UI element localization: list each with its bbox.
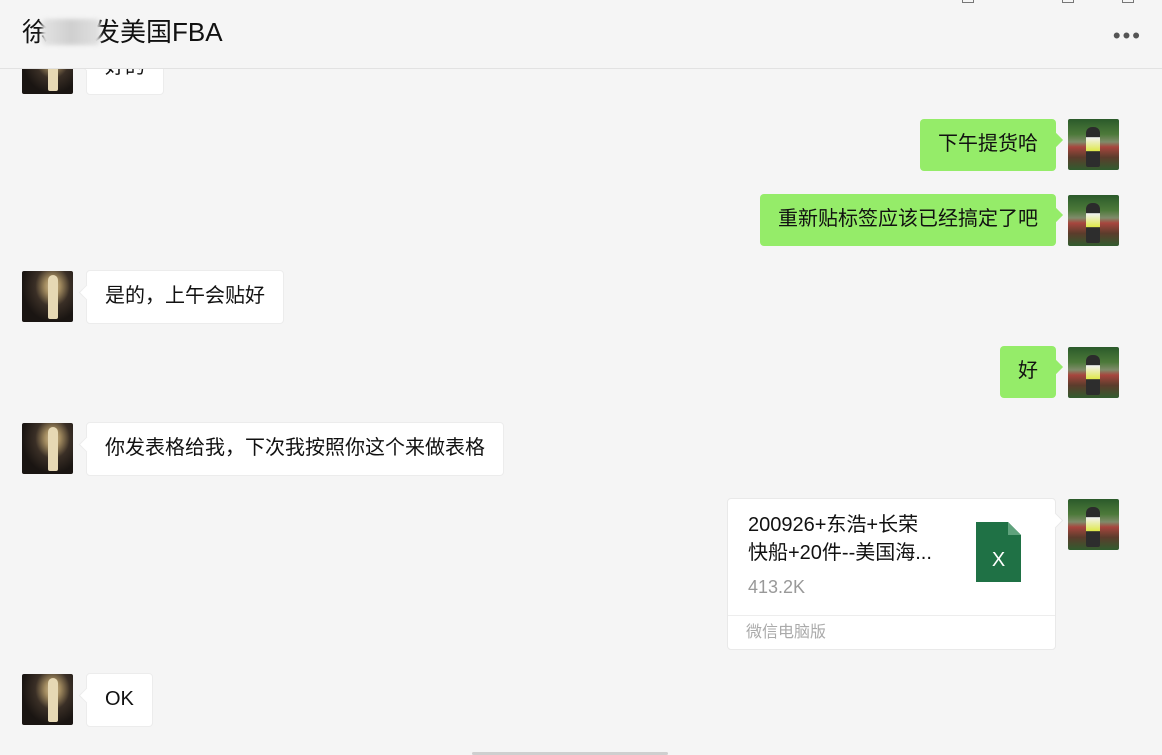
- file-source-label: 微信电脑版: [728, 615, 1055, 649]
- minimize-control[interactable]: [962, 0, 974, 3]
- message-bubble-outgoing[interactable]: 下午提货哈: [920, 119, 1056, 171]
- excel-file-icon: X: [976, 522, 1021, 582]
- file-name: 200926+东浩+长荣 快船+20件--美国海...: [748, 511, 958, 567]
- self-avatar[interactable]: [1068, 347, 1119, 398]
- message-text: 下午提货哈: [938, 133, 1038, 155]
- close-control[interactable]: [1122, 0, 1134, 3]
- file-name-line-1: 200926+东浩+长荣: [748, 514, 919, 536]
- excel-icon-letter: X: [992, 549, 1005, 571]
- chat-window: 徐发美国FBA ••• 好的 下午提货哈 重新贴标签应该已经搞定了吧 是的，上午…: [0, 0, 1162, 755]
- message-text: 好: [1018, 360, 1038, 382]
- message-text: 重新贴标签应该已经搞定了吧: [778, 208, 1038, 230]
- message-bubble-incoming[interactable]: 好的: [86, 69, 164, 95]
- window-controls: [962, 0, 1142, 6]
- contact-avatar[interactable]: [22, 674, 73, 725]
- chat-title-suffix: 发美国FBA: [94, 17, 223, 47]
- message-text: 好的: [105, 69, 145, 78]
- contact-avatar[interactable]: [22, 271, 73, 322]
- message-bubble-incoming[interactable]: OK: [86, 673, 153, 727]
- self-avatar[interactable]: [1068, 499, 1119, 550]
- message-bubble-outgoing[interactable]: 重新贴标签应该已经搞定了吧: [760, 194, 1056, 246]
- contact-avatar[interactable]: [22, 69, 73, 94]
- contact-avatar[interactable]: [22, 423, 73, 474]
- self-avatar[interactable]: [1068, 119, 1119, 170]
- more-options-icon[interactable]: •••: [1113, 25, 1142, 47]
- file-name-line-2: 快船+20件--美国海...: [748, 542, 932, 564]
- redacted-name: [42, 19, 101, 45]
- chat-header: 徐发美国FBA •••: [0, 0, 1162, 69]
- self-avatar[interactable]: [1068, 195, 1119, 246]
- file-size: 413.2K: [748, 577, 806, 597]
- message-text: 是的，上午会贴好: [105, 285, 265, 307]
- message-bubble-outgoing[interactable]: 好: [1000, 346, 1056, 398]
- message-bubble-incoming[interactable]: 你发表格给我，下次我按照你这个来做表格: [86, 422, 504, 476]
- message-text: OK: [105, 688, 134, 710]
- file-message-card[interactable]: 200926+东浩+长荣 快船+20件--美国海... 413.2K X 微信电…: [727, 498, 1056, 650]
- message-list[interactable]: 好的 下午提货哈 重新贴标签应该已经搞定了吧 是的，上午会贴好 好 你发表格给我…: [0, 69, 1162, 755]
- message-text: 你发表格给我，下次我按照你这个来做表格: [105, 437, 485, 459]
- message-bubble-incoming[interactable]: 是的，上午会贴好: [86, 270, 284, 324]
- maximize-control[interactable]: [1062, 0, 1074, 3]
- chat-title: 徐发美国FBA: [22, 14, 223, 50]
